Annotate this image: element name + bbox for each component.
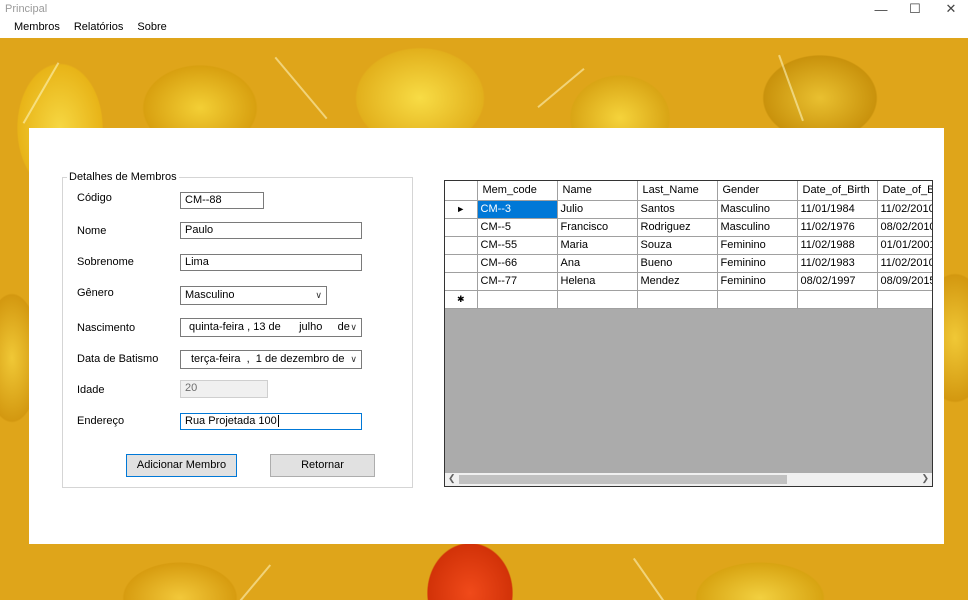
col-header-date-of-baptism[interactable]: Date_of_B [877, 181, 932, 201]
grid-cell[interactable]: 11/02/2010 [877, 200, 932, 219]
scrollbar-thumb[interactable] [459, 475, 787, 484]
horizontal-scrollbar[interactable]: ❮ ❯ [445, 473, 932, 486]
grid-cell[interactable]: Mendez [637, 272, 718, 291]
endereco-value: Rua Projetada 100 [185, 415, 277, 427]
menu-relatorios[interactable]: Relatórios [67, 18, 131, 38]
grid-cell[interactable] [877, 290, 932, 309]
table-row[interactable]: CM--66 Ana Bueno Feminino 11/02/1983 11/… [445, 254, 932, 273]
members-grid[interactable]: Mem_code Name Last_Name Gender Date_of_B… [444, 180, 933, 487]
text-cursor [277, 415, 279, 427]
chevron-down-icon: ∨ [350, 354, 357, 364]
grid-cell[interactable] [717, 290, 798, 309]
new-row[interactable]: ✱ [445, 290, 932, 309]
grid-cell[interactable]: 11/02/1983 [797, 254, 878, 273]
grid-cell[interactable] [637, 290, 718, 309]
grid-cell[interactable]: Julio [557, 200, 638, 219]
table-row[interactable]: CM--55 Maria Souza Feminino 11/02/1988 0… [445, 236, 932, 255]
grid-cell[interactable]: Santos [637, 200, 718, 219]
grid-cell[interactable]: Feminino [717, 254, 798, 273]
grid-cell[interactable]: CM--77 [477, 272, 558, 291]
col-header-mem-code[interactable]: Mem_code [477, 181, 558, 201]
codigo-field[interactable]: CM--88 [180, 192, 264, 209]
add-member-button[interactable]: Adicionar Membro [126, 454, 237, 477]
nascimento-value: quinta-feira , 13 de julho de [189, 321, 350, 333]
close-icon[interactable]: ✕ [934, 0, 968, 18]
sobrenome-field[interactable]: Lima [180, 254, 362, 271]
grid-cell[interactable]: Feminino [717, 272, 798, 291]
row-header[interactable] [445, 272, 478, 291]
menu-membros[interactable]: Membros [7, 18, 67, 38]
col-header-gender[interactable]: Gender [717, 181, 798, 201]
title-bar: Principal — ☐ ✕ [0, 0, 968, 18]
grid-cell[interactable]: CM--66 [477, 254, 558, 273]
grid-cell[interactable]: Feminino [717, 236, 798, 255]
grid-cell[interactable] [557, 290, 638, 309]
grid-cell[interactable]: 11/02/1988 [797, 236, 878, 255]
back-button[interactable]: Retornar [270, 454, 375, 477]
grid-cell[interactable] [477, 290, 558, 309]
chevron-down-icon: ∨ [350, 322, 357, 332]
grid-cell[interactable]: 08/02/1997 [797, 272, 878, 291]
table-row[interactable]: CM--77 Helena Mendez Feminino 08/02/1997… [445, 272, 932, 291]
label-sobrenome: Sobrenome [77, 256, 134, 268]
endereco-field[interactable]: Rua Projetada 100 [180, 413, 362, 430]
scroll-right-icon[interactable]: ❯ [921, 473, 929, 484]
label-nome: Nome [77, 225, 107, 237]
label-batismo: Data de Batismo [77, 353, 159, 365]
menu-bar: Membros Relatórios Sobre [0, 18, 968, 38]
scroll-left-icon[interactable]: ❮ [448, 473, 456, 484]
group-title: Detalhes de Membros [67, 171, 179, 183]
grid-cell[interactable]: Francisco [557, 218, 638, 237]
col-header-name[interactable]: Name [557, 181, 638, 201]
nome-field[interactable]: Paulo [180, 222, 362, 239]
maximize-icon[interactable]: ☐ [898, 0, 932, 18]
grid-cell[interactable]: Ana [557, 254, 638, 273]
batismo-datepicker[interactable]: terça-feira , 1 de dezembro de ∨ [180, 350, 362, 369]
grid-cell[interactable]: Helena [557, 272, 638, 291]
grid-cell[interactable]: 11/02/1976 [797, 218, 878, 237]
row-header[interactable] [445, 218, 478, 237]
menu-sobre[interactable]: Sobre [130, 18, 173, 38]
new-row-icon: ✱ [445, 290, 478, 309]
grid-cell[interactable]: CM--55 [477, 236, 558, 255]
grid-cell[interactable] [797, 290, 878, 309]
grid-cell[interactable]: 11/02/2010 [877, 254, 932, 273]
label-codigo: Código [77, 192, 112, 204]
idade-field: 20 [180, 380, 268, 398]
nascimento-datepicker[interactable]: quinta-feira , 13 de julho de ∨ [180, 318, 362, 337]
grid-cell[interactable]: CM--5 [477, 218, 558, 237]
col-header-date-of-birth[interactable]: Date_of_Birth [797, 181, 878, 201]
genero-select-value: Masculino [185, 289, 235, 301]
label-genero: Gênero [77, 287, 114, 299]
table-row[interactable]: ► CM--3 Julio Santos Masculino 11/01/198… [445, 200, 932, 219]
label-endereco: Endereço [77, 415, 125, 427]
grid-cell[interactable]: Masculino [717, 218, 798, 237]
table-row[interactable]: CM--5 Francisco Rodriguez Masculino 11/0… [445, 218, 932, 237]
members-table: Mem_code Name Last_Name Gender Date_of_B… [445, 181, 932, 309]
genero-select[interactable]: Masculino ∨ [180, 286, 327, 305]
window-title: Principal [5, 3, 48, 15]
col-header-last-name[interactable]: Last_Name [637, 181, 718, 201]
chevron-down-icon: ∨ [315, 290, 322, 300]
grid-header-row: Mem_code Name Last_Name Gender Date_of_B… [445, 181, 932, 201]
label-idade: Idade [77, 384, 105, 396]
row-header[interactable] [445, 236, 478, 255]
grid-cell[interactable]: Souza [637, 236, 718, 255]
batismo-value: terça-feira , 1 de dezembro de [191, 353, 345, 365]
grid-cell[interactable]: Maria [557, 236, 638, 255]
grid-cell[interactable]: CM--3 [477, 200, 558, 219]
grid-cell[interactable]: Rodriguez [637, 218, 718, 237]
grid-cell[interactable]: Masculino [717, 200, 798, 219]
minimize-icon[interactable]: — [864, 0, 898, 18]
grid-cell[interactable]: 08/09/2015 [877, 272, 932, 291]
grid-cell[interactable]: 11/01/1984 [797, 200, 878, 219]
grid-cell[interactable]: Bueno [637, 254, 718, 273]
current-row-icon: ► [445, 200, 478, 219]
grid-cell[interactable]: 08/02/2010 [877, 218, 932, 237]
grid-cell[interactable]: 01/01/2001 [877, 236, 932, 255]
row-header[interactable] [445, 254, 478, 273]
label-nascimento: Nascimento [77, 322, 136, 334]
grid-corner-cell [445, 181, 478, 201]
